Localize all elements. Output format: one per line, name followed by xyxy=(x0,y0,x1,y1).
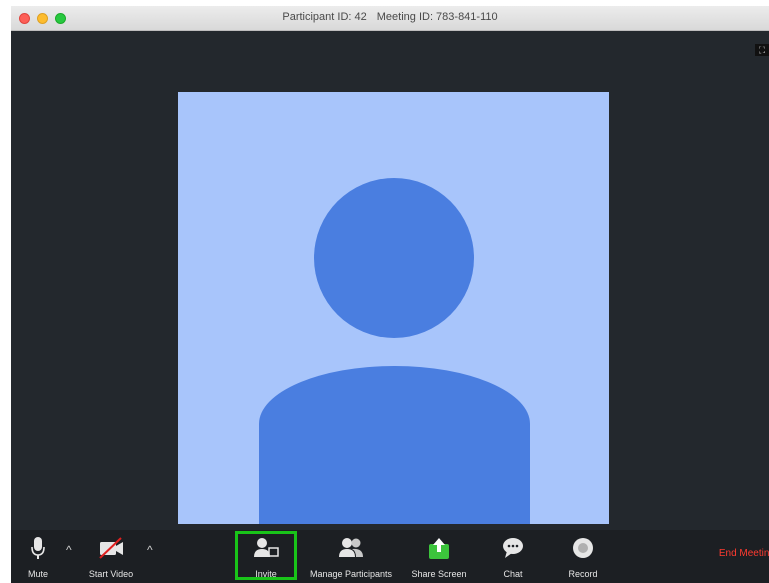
end-meeting-button[interactable]: End Meeting xyxy=(719,548,769,559)
participant-id: Participant ID: 42 xyxy=(282,11,367,23)
avatar-body xyxy=(259,366,530,524)
title-bar: Participant ID: 42 Meeting ID: 783-841-11… xyxy=(11,6,769,31)
mute-button[interactable]: Mute xyxy=(23,535,53,579)
window-title: Participant ID: 42 Meeting ID: 783-841-11… xyxy=(11,11,769,23)
start-video-button[interactable]: Start Video xyxy=(79,535,143,579)
chat-button[interactable]: Chat xyxy=(493,535,533,579)
invite-button[interactable]: Invite xyxy=(241,535,291,579)
audio-options-chevron-icon[interactable]: ^ xyxy=(66,544,72,556)
participant-video xyxy=(178,92,609,524)
fullscreen-icon[interactable]: ⛶ xyxy=(755,44,769,56)
start-video-label: Start Video xyxy=(88,569,134,579)
people-icon xyxy=(339,538,363,557)
record-icon xyxy=(573,538,593,558)
meeting-toolbar: Mute ^ Start Video ^ Invite Manage Parti… xyxy=(11,530,769,583)
meeting-id: Meeting ID: 783-841-110 xyxy=(376,11,498,23)
share-screen-label: Share Screen xyxy=(411,569,467,579)
chat-label: Chat xyxy=(503,569,523,579)
record-button[interactable]: Record xyxy=(562,535,604,579)
microphone-icon xyxy=(31,537,45,559)
share-screen-icon xyxy=(429,538,449,559)
manage-participants-label: Manage Participants xyxy=(309,569,393,579)
chat-bubble-icon xyxy=(503,538,523,558)
record-label: Record xyxy=(568,569,598,579)
avatar-head xyxy=(314,178,474,338)
video-options-chevron-icon[interactable]: ^ xyxy=(147,544,153,556)
meeting-window: Participant ID: 42 Meeting ID: 783-841-11… xyxy=(11,6,769,583)
manage-participants-button[interactable]: Manage Participants xyxy=(305,535,397,579)
mute-label: Mute xyxy=(27,569,48,579)
add-person-icon xyxy=(254,538,279,557)
video-camera-off-icon xyxy=(99,537,123,559)
share-screen-button[interactable]: Share Screen xyxy=(406,535,472,579)
invite-label: Invite xyxy=(255,569,277,579)
